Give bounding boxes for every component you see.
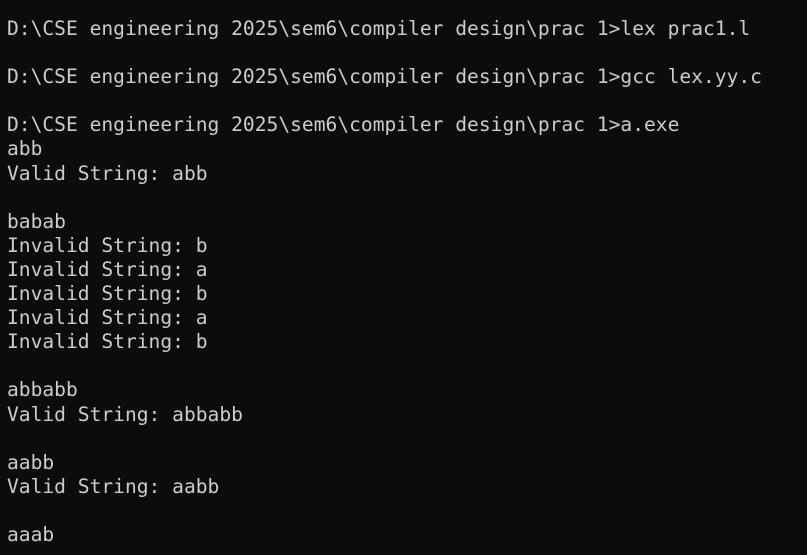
terminal-line-input: babab: [7, 209, 66, 233]
terminal-line-input: abbabb: [7, 378, 78, 402]
terminal-line-command-gcc: D:\CSE engineering 2025\sem6\compiler de…: [7, 65, 762, 89]
terminal-line-command-run: D:\CSE engineering 2025\sem6\compiler de…: [7, 113, 680, 137]
terminal-line-command-lex: D:\CSE engineering 2025\sem6\compiler de…: [7, 17, 751, 40]
terminal-line-output: Invalid String: a: [7, 257, 208, 281]
terminal-line-output: Valid String: abbabb: [7, 402, 243, 426]
terminal-line-input: abb: [7, 137, 43, 161]
terminal-line-output: Invalid String: b: [7, 233, 208, 257]
terminal-line-output: Invalid String: b: [7, 330, 208, 354]
terminal-line-output: Invalid String: b: [7, 282, 208, 306]
terminal-window[interactable]: D:\CSE engineering 2025\sem6\compiler de…: [0, 0, 807, 555]
terminal-line-input: aabb: [7, 450, 55, 474]
terminal-line-output: Invalid String: a: [7, 306, 208, 330]
terminal-line-output: Valid String: abb: [7, 161, 208, 185]
terminal-line-output: Valid String: aabb: [7, 474, 220, 498]
terminal-line-input: aaab: [7, 522, 55, 546]
